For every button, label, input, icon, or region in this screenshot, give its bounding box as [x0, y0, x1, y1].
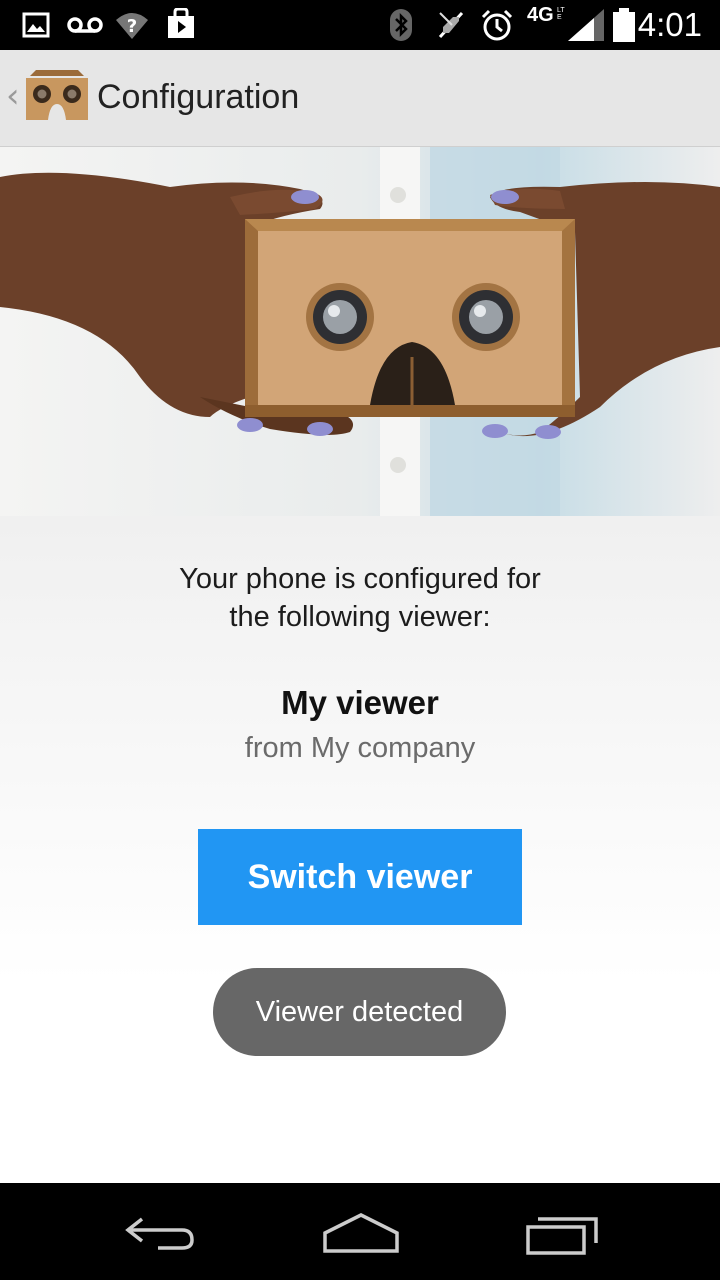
configuration-panel: Your phone is configured for the followi… — [0, 516, 720, 1183]
battery-icon — [613, 8, 635, 42]
network-lte-label: LTE — [557, 7, 565, 21]
signal-icon — [568, 9, 604, 41]
status-bar: ? 4G LTE 4:01 — [0, 0, 720, 50]
wifi-question-icon: ? — [116, 13, 148, 39]
action-bar: ‹ Configuration — [0, 50, 720, 147]
page-title: Configuration — [97, 78, 300, 116]
up-navigation-icon[interactable]: ‹ — [6, 76, 20, 116]
play-store-icon — [168, 8, 194, 38]
viewer-detected-toast: Viewer detected — [213, 968, 506, 1056]
viewer-company: from My company — [244, 732, 476, 764]
cardboard-photo-illustration — [0, 147, 720, 516]
configured-intro-text: Your phone is configured for the followi… — [0, 560, 720, 636]
navigation-bar — [0, 1183, 720, 1280]
intro-line-2: the following viewer: — [229, 601, 491, 633]
switch-viewer-button[interactable]: Switch viewer — [198, 829, 522, 925]
cardboard-app-icon[interactable] — [24, 70, 90, 126]
cardboard-hero-image — [0, 147, 720, 516]
image-icon — [22, 12, 50, 38]
bluetooth-icon — [390, 9, 412, 41]
intro-line-1: Your phone is configured for — [179, 563, 541, 595]
viewer-name: My viewer — [281, 684, 439, 721]
recents-icon[interactable] — [524, 1213, 600, 1257]
mute-icon — [438, 11, 464, 39]
alarm-icon — [481, 9, 513, 41]
voicemail-icon — [67, 17, 103, 33]
svg-text:?: ? — [127, 16, 137, 37]
clock: 4:01 — [637, 6, 702, 43]
back-icon[interactable] — [120, 1213, 200, 1253]
home-icon[interactable] — [321, 1211, 401, 1255]
network-type-label: 4G — [527, 4, 554, 26]
